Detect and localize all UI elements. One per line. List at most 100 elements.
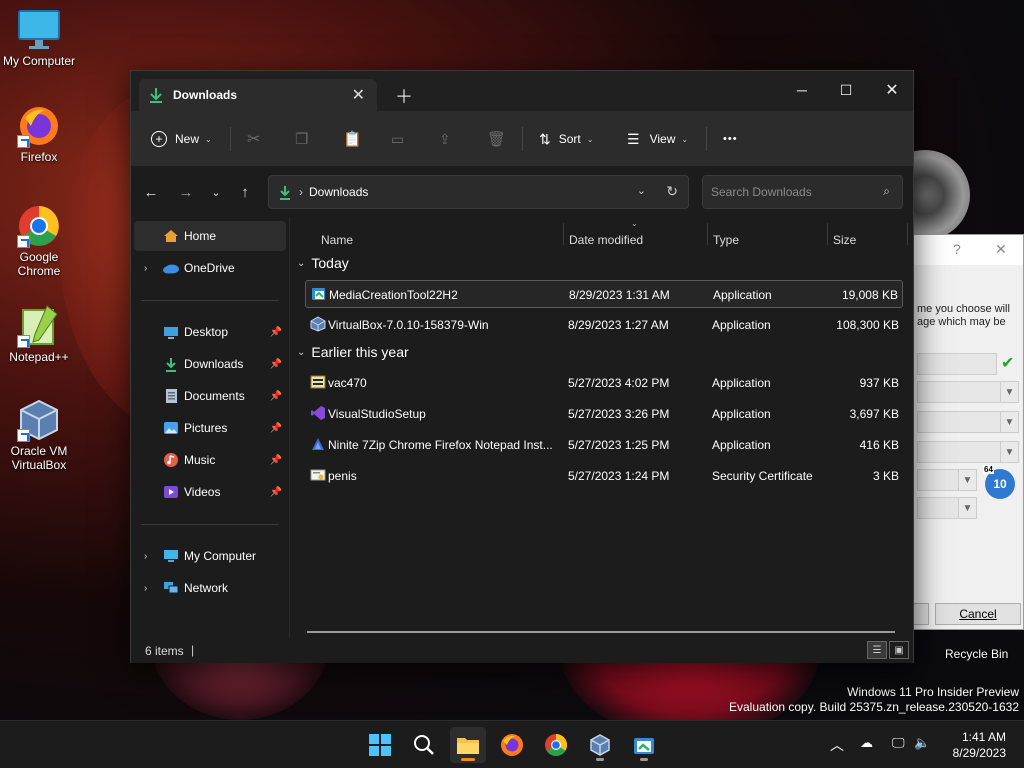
sidebar-item-pictures[interactable]: Pictures 📌 bbox=[134, 413, 286, 443]
dialog-close-icon[interactable]: ✕ bbox=[995, 241, 1007, 258]
dialog-field[interactable] bbox=[917, 353, 997, 375]
pin-icon[interactable]: 📌 bbox=[270, 359, 282, 370]
desktop-icon-label: My Computer bbox=[2, 54, 76, 68]
column-header-date[interactable]: Date modified bbox=[569, 227, 643, 253]
more-options-icon[interactable]: ••• bbox=[723, 125, 738, 153]
notepad-plus-plus-icon bbox=[17, 304, 61, 348]
windows-logo-icon bbox=[369, 734, 391, 756]
titlebar[interactable]: Downloads ✕ ＋ ─ ☐ ✕ bbox=[131, 71, 913, 111]
breadcrumb-downloads[interactable]: Downloads bbox=[309, 185, 368, 199]
table-row[interactable]: Ninite 7Zip Chrome Firefox Notepad Inst.… bbox=[305, 431, 903, 459]
expand-chevron-icon[interactable]: › bbox=[144, 263, 147, 274]
volume-icon[interactable]: 🔈 bbox=[914, 735, 930, 751]
pin-icon[interactable]: 📌 bbox=[270, 423, 282, 434]
file-size: 3 KB bbox=[872, 469, 899, 483]
desktop-icon-recycle-bin[interactable]: Recycle Bin bbox=[945, 647, 1008, 661]
dialog-select[interactable]: ▼ bbox=[917, 497, 977, 519]
chevron-down-icon: ⌄ bbox=[586, 134, 594, 144]
background-dialog[interactable]: ? ✕ me you choose will age which may be … bbox=[912, 234, 1024, 630]
address-dropdown-icon[interactable]: ⌄ bbox=[637, 184, 646, 197]
table-row[interactable]: MediaCreationTool22H2 8/29/2023 1:31 AM … bbox=[305, 280, 903, 308]
help-icon[interactable]: ? bbox=[953, 241, 961, 257]
table-row[interactable]: vac470 5/27/2023 4:02 PM Application 937… bbox=[305, 369, 903, 397]
dialog-ok-button[interactable] bbox=[913, 603, 929, 625]
onedrive-tray-icon[interactable]: ☁ bbox=[860, 735, 873, 751]
sidebar-item-network[interactable]: › Network bbox=[134, 573, 286, 603]
column-header-type[interactable]: Type bbox=[713, 227, 739, 253]
taskbar-chrome[interactable] bbox=[538, 727, 574, 763]
share-icon[interactable]: ⇪ bbox=[439, 125, 451, 153]
file-date: 8/29/2023 1:27 AM bbox=[568, 318, 669, 332]
forward-arrow-icon[interactable]: → bbox=[174, 181, 198, 203]
delete-icon[interactable]: 🗑 bbox=[487, 125, 506, 153]
dialog-select[interactable]: ▼ bbox=[917, 411, 1019, 433]
command-bar: + New ⌄ ✂ ❐ 📋 ▭ ⇪ 🗑 ⇅ Sort ⌄ ☰ View ⌄ ••… bbox=[131, 111, 913, 167]
dialog-select[interactable]: ▼ bbox=[917, 381, 1019, 403]
sidebar-item-desktop[interactable]: Desktop 📌 bbox=[134, 317, 286, 347]
view-button[interactable]: ☰ View ⌄ bbox=[627, 125, 688, 153]
desktop-icon-label: Notepad++ bbox=[9, 350, 69, 364]
dialog-titlebar[interactable]: ? ✕ bbox=[913, 235, 1023, 265]
group-header[interactable]: ⌄ Today bbox=[297, 255, 349, 271]
address-bar[interactable]: › Downloads ⌄ ↻ bbox=[268, 175, 689, 209]
pin-icon[interactable]: 📌 bbox=[270, 487, 282, 498]
sidebar-item-home[interactable]: Home bbox=[134, 221, 286, 251]
search-taskbar-button[interactable] bbox=[406, 727, 442, 763]
network-tray-icon[interactable]: 🖵 bbox=[892, 735, 905, 751]
close-tab-icon[interactable]: ✕ bbox=[352, 85, 365, 105]
desktop-icon-my-computer[interactable]: My Computer bbox=[1, 8, 77, 68]
column-header-name[interactable]: Name bbox=[321, 227, 353, 253]
new-button[interactable]: + New ⌄ bbox=[151, 125, 212, 153]
rename-icon[interactable]: ▭ bbox=[391, 125, 404, 153]
minimize-icon[interactable]: ─ bbox=[779, 75, 825, 105]
tab-label: Downloads bbox=[173, 88, 238, 102]
sidebar-item-videos[interactable]: Videos 📌 bbox=[134, 477, 286, 507]
copy-icon[interactable]: ❐ bbox=[295, 125, 308, 153]
new-tab-icon[interactable]: ＋ bbox=[395, 83, 413, 109]
recent-locations-chevron-icon[interactable]: ⌄ bbox=[204, 181, 228, 203]
expand-chevron-icon[interactable]: › bbox=[144, 551, 147, 562]
file-explorer-window[interactable]: Downloads ✕ ＋ ─ ☐ ✕ + New ⌄ ✂ ❐ 📋 ▭ ⇪ 🗑 … bbox=[130, 70, 914, 663]
tiles-view-icon[interactable]: ▣ bbox=[889, 641, 909, 659]
paste-icon[interactable]: 📋 bbox=[343, 125, 362, 153]
pin-icon[interactable]: 📌 bbox=[270, 327, 282, 338]
taskbar-file-explorer[interactable] bbox=[450, 727, 486, 763]
close-window-icon[interactable]: ✕ bbox=[869, 75, 915, 105]
cancel-button[interactable]: Cancel bbox=[935, 603, 1021, 625]
up-arrow-icon[interactable]: ↑ bbox=[233, 181, 257, 203]
horizontal-scrollbar[interactable] bbox=[307, 631, 895, 633]
group-header[interactable]: ⌄ Earlier this year bbox=[297, 344, 409, 360]
pin-icon[interactable]: 📌 bbox=[270, 391, 282, 402]
dialog-select[interactable]: ▼ bbox=[917, 469, 977, 491]
table-row[interactable]: VirtualBox-7.0.10-158379-Win 8/29/2023 1… bbox=[305, 311, 903, 339]
maximize-icon[interactable]: ☐ bbox=[823, 75, 869, 105]
sidebar-item-downloads[interactable]: Downloads 📌 bbox=[134, 349, 286, 379]
dialog-select[interactable]: ▼ bbox=[917, 441, 1019, 463]
table-row[interactable]: penis 5/27/2023 1:24 PM Security Certifi… bbox=[305, 462, 903, 490]
sort-button[interactable]: ⇅ Sort ⌄ bbox=[539, 125, 593, 153]
clock[interactable]: 1:41 AM 8/29/2023 bbox=[953, 729, 1006, 761]
refresh-icon[interactable]: ↻ bbox=[666, 183, 678, 200]
pin-icon[interactable]: 📌 bbox=[270, 455, 282, 466]
desktop-icon-notepad-plus-plus[interactable]: Notepad++ bbox=[1, 304, 77, 364]
search-input[interactable]: Search Downloads ⌕ bbox=[702, 175, 903, 209]
table-row[interactable]: VisualStudioSetup 5/27/2023 3:26 PM Appl… bbox=[305, 400, 903, 428]
desktop-icon-chrome[interactable]: Google Chrome bbox=[1, 204, 77, 278]
details-view-icon[interactable]: ☰ bbox=[867, 641, 887, 659]
taskbar-media-creation-tool[interactable] bbox=[626, 727, 662, 763]
desktop-icon-virtualbox[interactable]: Oracle VM VirtualBox bbox=[1, 398, 77, 472]
back-arrow-icon[interactable]: ← bbox=[139, 181, 163, 203]
tab-downloads[interactable]: Downloads ✕ bbox=[139, 79, 377, 111]
sidebar-item-onedrive[interactable]: › OneDrive bbox=[134, 253, 286, 283]
desktop-icon-firefox[interactable]: Firefox bbox=[1, 104, 77, 164]
cut-icon[interactable]: ✂ bbox=[247, 125, 260, 153]
sidebar-item-my-computer[interactable]: › My Computer bbox=[134, 541, 286, 571]
sidebar-item-documents[interactable]: Documents 📌 bbox=[134, 381, 286, 411]
taskbar-virtualbox[interactable] bbox=[582, 727, 618, 763]
expand-chevron-icon[interactable]: › bbox=[144, 583, 147, 594]
sidebar-item-music[interactable]: Music 📌 bbox=[134, 445, 286, 475]
taskbar-firefox[interactable] bbox=[494, 727, 530, 763]
start-button[interactable] bbox=[362, 727, 398, 763]
show-hidden-icons-chevron[interactable]: ︿ bbox=[830, 735, 844, 755]
column-header-size[interactable]: Size bbox=[833, 227, 856, 253]
